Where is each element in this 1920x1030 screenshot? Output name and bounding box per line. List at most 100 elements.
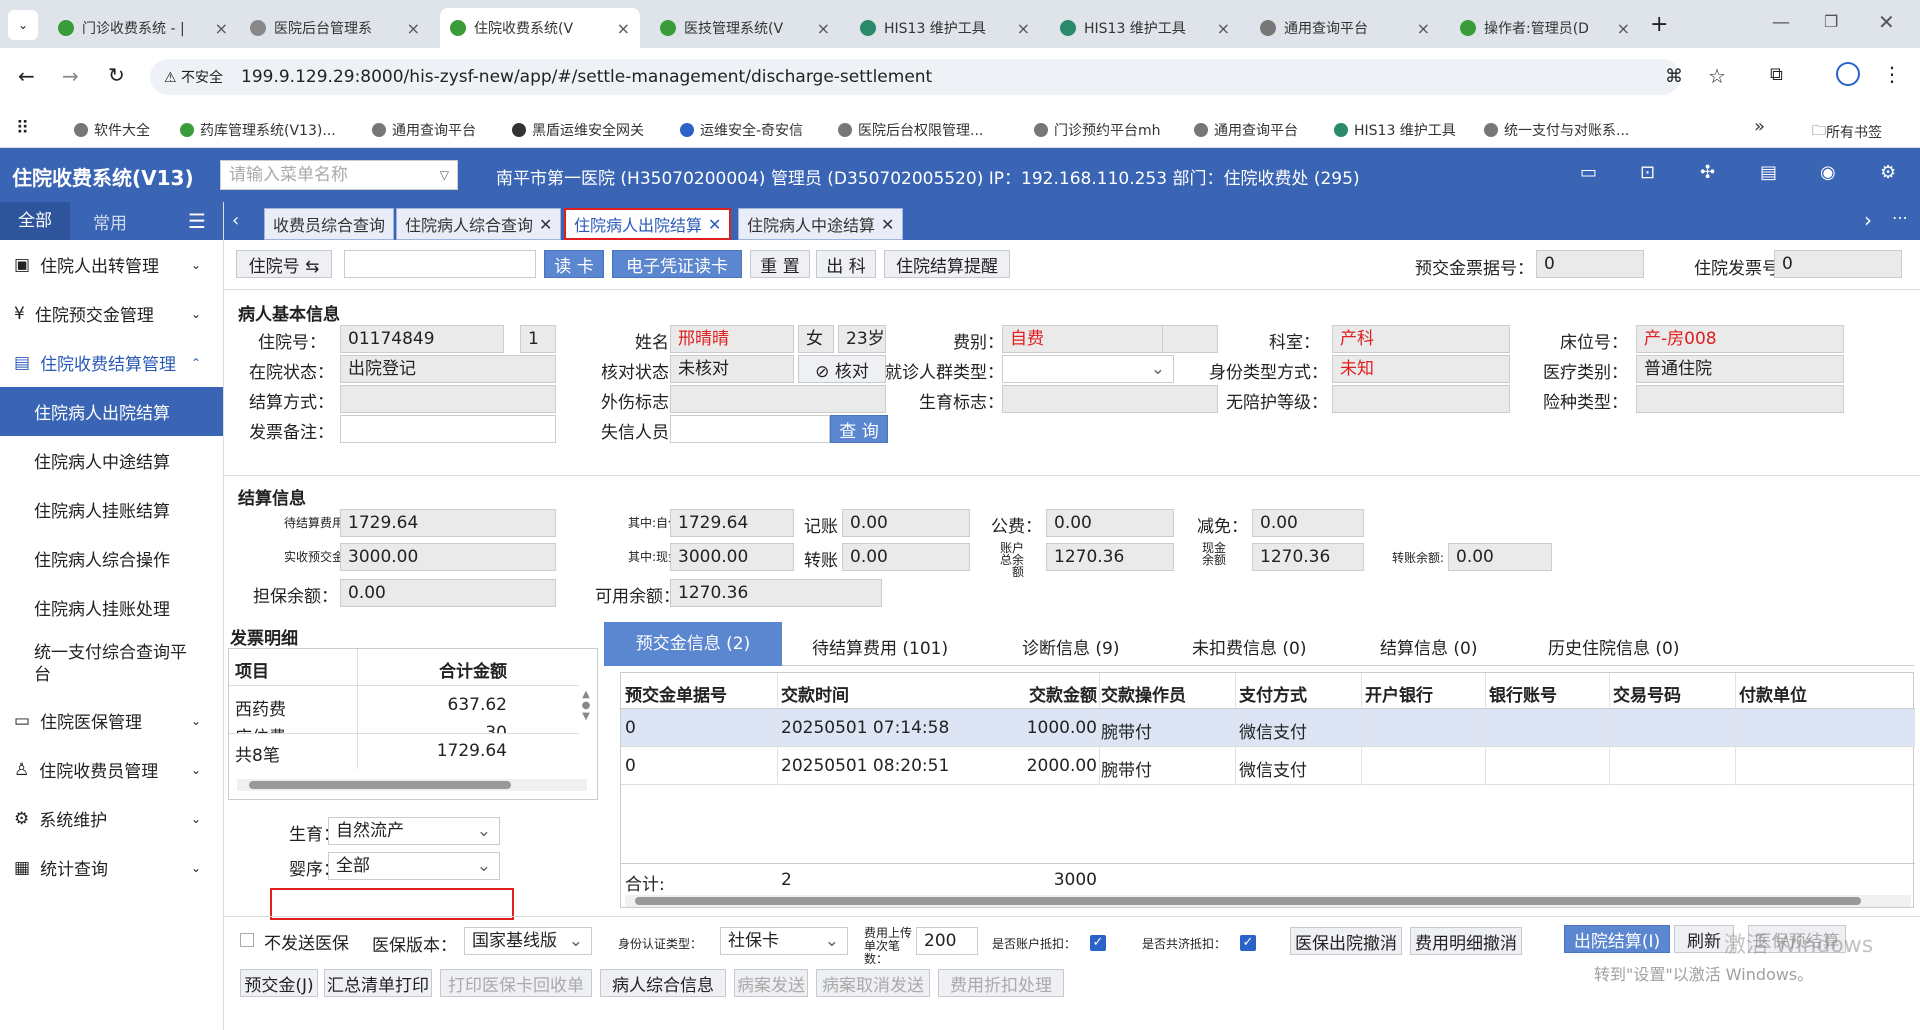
- sidebar-item-comprehensive[interactable]: 住院病人综合操作: [0, 534, 223, 583]
- invoice-note-input[interactable]: [340, 415, 556, 443]
- birth-flag-field[interactable]: [1002, 385, 1218, 413]
- tab-prepay[interactable]: 预交金信息 (2): [604, 622, 782, 666]
- browser-tab[interactable]: HIS13 维护工具 ×: [1050, 8, 1240, 48]
- crowd-type-select[interactable]: ⌄: [1002, 355, 1174, 383]
- tab-discharge-settlement[interactable]: 住院病人出院结算 ✕: [564, 208, 732, 240]
- browser-tab[interactable]: 门诊收费系统 - | ×: [48, 8, 238, 48]
- name-field[interactable]: 邢晴晴: [670, 325, 794, 353]
- bookmark[interactable]: 药库管理系统(V13)...: [180, 120, 336, 140]
- discharge-button[interactable]: 出 科: [816, 250, 876, 278]
- tab-undeducted[interactable]: 未扣费信息 (0): [1192, 634, 1306, 659]
- insurance-version-select[interactable]: 国家基线版 ⌄: [464, 927, 592, 955]
- close-icon[interactable]: ×: [407, 19, 420, 38]
- admission-count-field[interactable]: 1: [520, 325, 556, 353]
- settle-method-field[interactable]: [340, 385, 556, 413]
- sex-field[interactable]: 女: [798, 325, 834, 353]
- vertical-scrollbar[interactable]: ▲ ● ▼: [579, 689, 593, 769]
- close-icon[interactable]: ×: [215, 19, 228, 38]
- discharge-settle-button[interactable]: 出院结算(I): [1564, 925, 1670, 953]
- fee-discount-button[interactable]: 费用折扣处理: [938, 969, 1064, 997]
- close-icon[interactable]: ×: [817, 19, 830, 38]
- tabs-next-icon[interactable]: ›: [1864, 208, 1872, 232]
- tab-diagnosis[interactable]: 诊断信息 (9): [1022, 634, 1119, 659]
- sidebar-group-prepay[interactable]: ¥ 住院预交金管理 ⌄: [0, 289, 223, 338]
- paid-field[interactable]: 3000.00: [340, 543, 556, 571]
- sidebar-tab-all[interactable]: 全部: [0, 202, 70, 240]
- read-card-button[interactable]: 读 卡: [544, 250, 604, 278]
- query-button[interactable]: 查 询: [830, 415, 888, 443]
- fee-extra-field[interactable]: [1162, 325, 1218, 353]
- menu-icon[interactable]: ⋮: [1882, 62, 1902, 86]
- account-field[interactable]: 0.00: [842, 509, 970, 537]
- insurance-discharge-cancel-button[interactable]: 医保出院撤消: [1290, 927, 1402, 955]
- plugin-icon[interactable]: ✣: [1700, 162, 1715, 183]
- record-cancel-send-button[interactable]: 病案取消发送: [816, 969, 930, 997]
- untrust-input[interactable]: [670, 415, 830, 443]
- close-icon[interactable]: ×: [617, 19, 630, 38]
- reset-button[interactable]: 重 置: [750, 250, 810, 278]
- tab-midway-settlement[interactable]: 住院病人中途结算 ✕: [738, 208, 904, 240]
- check-button[interactable]: ⊘ 核对: [798, 355, 886, 383]
- cash-balance-field[interactable]: 1270.36: [1252, 543, 1364, 571]
- url-input[interactable]: ⚠ 不安全 199.9.129.29:8000/his-zysf-new/app…: [150, 59, 1680, 95]
- tab-history[interactable]: 历史住院信息 (0): [1548, 634, 1679, 659]
- horizontal-scrollbar[interactable]: [625, 895, 1911, 907]
- sidebar-group-stats[interactable]: ▦ 统计查询 ⌄: [0, 843, 223, 892]
- sidebar-group-cashier[interactable]: ♙ 住院收费员管理 ⌄: [0, 745, 223, 794]
- sidebar-item-discharge-settlement[interactable]: 住院病人出院结算: [0, 387, 223, 436]
- tab-patient-query[interactable]: 住院病人综合查询 ✕: [396, 208, 562, 240]
- close-icon[interactable]: ✕: [881, 215, 894, 234]
- tab-search-button[interactable]: ⌄: [8, 10, 38, 40]
- upload-count-input[interactable]: 200: [916, 927, 978, 955]
- tabs-more-icon[interactable]: ⋯: [1892, 208, 1908, 227]
- document-icon[interactable]: ▤: [1760, 162, 1777, 183]
- patient-info-button[interactable]: 病人综合信息: [600, 969, 726, 997]
- browser-tab[interactable]: 操作者:管理员(D ×: [1450, 8, 1640, 48]
- restore-icon[interactable]: ❐: [1824, 12, 1838, 31]
- tab-pending-fee[interactable]: 待结算费用 (101): [812, 634, 948, 659]
- menu-toggle-icon[interactable]: ☰: [188, 209, 206, 233]
- birth-select[interactable]: 自然流产 ⌄: [328, 817, 500, 845]
- print-card-receipt-button[interactable]: 打印医保卡回收单: [440, 969, 592, 997]
- browser-tab[interactable]: 通用查询平台 ×: [1250, 8, 1440, 48]
- transfer-balance-field[interactable]: 0.00: [1448, 543, 1552, 571]
- browser-tab[interactable]: 医技管理系统(V ×: [650, 8, 840, 48]
- bookmark[interactable]: 黑盾运维安全网关: [512, 120, 644, 140]
- close-icon[interactable]: ✕: [708, 215, 721, 234]
- bed-field[interactable]: 产-房008: [1636, 325, 1844, 353]
- account-balance-field[interactable]: 1270.36: [1046, 543, 1174, 571]
- new-tab-icon[interactable]: +: [1650, 12, 1668, 37]
- pending-field[interactable]: 1729.64: [340, 509, 556, 537]
- bookmark[interactable]: 门诊预约平台mh: [1034, 120, 1161, 140]
- injury-field[interactable]: [670, 385, 886, 413]
- zyh-input[interactable]: [344, 250, 536, 278]
- invoice-no-field[interactable]: 0: [1774, 250, 1902, 278]
- fee-detail-cancel-button[interactable]: 费用明细撤消: [1410, 927, 1522, 955]
- zyh-field[interactable]: 01174849: [340, 325, 504, 353]
- guarantee-field[interactable]: 0.00: [340, 579, 556, 607]
- translate-icon[interactable]: ⌘: [1665, 66, 1683, 87]
- tab-cashier-query[interactable]: 收费员综合查询: [264, 208, 395, 240]
- sidebar-group-admission[interactable]: ▣ 住院人出转管理 ⌄: [0, 240, 223, 289]
- bookmark[interactable]: 软件大全: [74, 120, 150, 140]
- summary-print-button[interactable]: 汇总清单打印: [324, 969, 432, 997]
- prepay-no-field[interactable]: 0: [1536, 250, 1644, 278]
- transfer-field[interactable]: 0.00: [842, 543, 970, 571]
- more-bookmarks[interactable]: »: [1754, 116, 1765, 137]
- nosend-checkbox[interactable]: [240, 933, 254, 947]
- med-type-field[interactable]: 普通住院: [1636, 355, 1844, 383]
- all-bookmarks[interactable]: 🗀 所有书签: [1812, 120, 1882, 144]
- gear-icon[interactable]: ⚙: [1880, 162, 1896, 183]
- bookmark[interactable]: 运维安全-奇安信: [680, 120, 803, 140]
- bookmark[interactable]: 通用查询平台: [372, 120, 476, 140]
- insecure-badge[interactable]: ⚠ 不安全: [164, 67, 223, 87]
- sidebar-group-system[interactable]: ⚙ 系统维护 ⌄: [0, 794, 223, 843]
- sidebar-item-credit-handle[interactable]: 住院病人挂账处理: [0, 583, 223, 632]
- account-deduct-checkbox[interactable]: ✓: [1090, 935, 1106, 951]
- forward-icon[interactable]: →: [62, 64, 79, 88]
- extensions-icon[interactable]: ⧉: [1770, 64, 1783, 85]
- fee-type-field[interactable]: 自费: [1002, 325, 1166, 353]
- settle-remind-button[interactable]: 住院结算提醒: [884, 250, 1010, 278]
- close-icon[interactable]: ×: [1017, 19, 1030, 38]
- status-field[interactable]: 出院登记: [340, 355, 556, 383]
